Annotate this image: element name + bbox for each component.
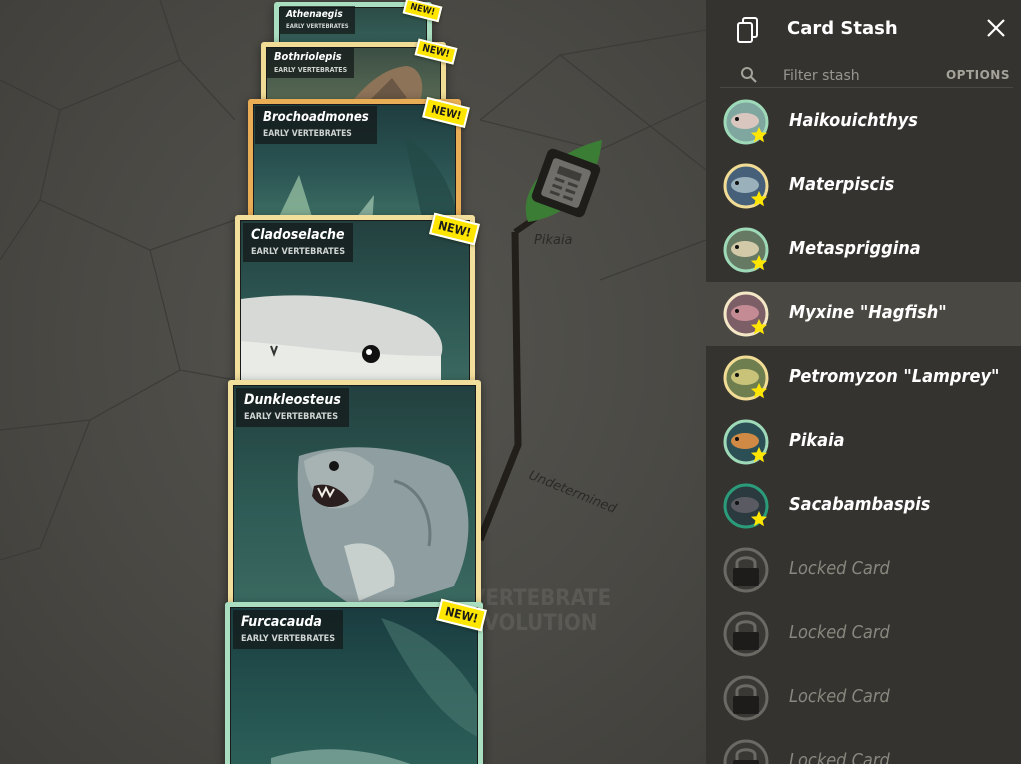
- stash-item[interactable]: Myxine "Hagfish": [706, 282, 1021, 346]
- stash-item[interactable]: Pikaia: [706, 410, 1021, 474]
- options-button[interactable]: OPTIONS: [946, 68, 1010, 82]
- stash-header: Card Stash: [706, 0, 1021, 60]
- card-category: EARLY VERTEBRATES: [241, 634, 336, 644]
- star-icon: [750, 254, 768, 271]
- card-stack-icon: [737, 17, 758, 43]
- stash-list: Haikouichthys Materpiscis Metaspriggina Myx…: [706, 90, 1021, 764]
- stash-item-label: Metaspriggina: [789, 238, 921, 259]
- stash-item-label: Locked Card: [789, 750, 890, 764]
- card-name-plate: Brochoadmones EARLY VERTEBRATES: [255, 106, 377, 144]
- stash-item-label: Materpiscis: [789, 174, 895, 195]
- lock-icon: [723, 547, 769, 593]
- card-name-plate: Furcacauda EARLY VERTEBRATES: [233, 610, 344, 649]
- stash-item[interactable]: Metaspriggina: [706, 218, 1021, 282]
- card-category: EARLY VERTEBRATES: [244, 412, 339, 422]
- stash-item-locked[interactable]: Locked Card: [706, 602, 1021, 666]
- star-icon: [750, 510, 768, 527]
- close-icon[interactable]: [985, 17, 1007, 39]
- lock-icon: [723, 611, 769, 657]
- stash-item-locked[interactable]: Locked Card: [706, 730, 1021, 764]
- star-icon: [750, 446, 768, 463]
- star-icon: [750, 382, 768, 399]
- star-icon: [750, 318, 768, 335]
- card-category: EARLY VERTEBRATES: [274, 66, 348, 74]
- lock-icon: [723, 739, 769, 764]
- card-name-plate: Bothriolepis EARLY VERTEBRATES: [267, 47, 355, 78]
- card-stash-panel: Card Stash OPTIONS Haikouichthys Materpis…: [706, 0, 1021, 764]
- stash-item-label: Pikaia: [789, 430, 845, 451]
- stash-item-locked[interactable]: Locked Card: [706, 666, 1021, 730]
- board-watermark: VERTEBRATE EVOLUTION: [470, 586, 612, 636]
- stash-item-label: Sacabambaspis: [789, 494, 931, 515]
- card-name: Cladoselache: [251, 227, 345, 243]
- stash-item-label: Locked Card: [789, 686, 890, 707]
- card-category: EARLY VERTEBRATES: [263, 129, 352, 139]
- stash-item-label: Myxine "Hagfish": [789, 302, 947, 323]
- filter-stash-input[interactable]: [783, 65, 943, 87]
- filter-row: OPTIONS: [706, 60, 1021, 90]
- stash-item[interactable]: Petromyzon "Lamprey": [706, 346, 1021, 410]
- card-name-plate: Cladoselache EARLY VERTEBRATES: [243, 223, 354, 262]
- stash-title: Card Stash: [787, 18, 898, 39]
- card-name: Dunkleosteus: [244, 392, 341, 408]
- card-name: Bothriolepis: [274, 50, 342, 63]
- node-label-pikaia: Pikaia: [534, 233, 573, 248]
- card-name-plate: Dunkleosteus EARLY VERTEBRATES: [236, 388, 349, 427]
- stash-item-label: Locked Card: [789, 622, 890, 643]
- stash-item[interactable]: Sacabambaspis: [706, 474, 1021, 538]
- stash-item-label: Petromyzon "Lamprey": [789, 366, 1000, 387]
- filter-divider: [720, 87, 1013, 88]
- card-name: Brochoadmones: [263, 110, 369, 125]
- card-furcacauda[interactable]: Furcacauda EARLY VERTEBRATES: [225, 602, 483, 764]
- stash-item[interactable]: Haikouichthys: [706, 90, 1021, 154]
- card-cladoselache[interactable]: Cladoselache EARLY VERTEBRATES: [235, 215, 475, 385]
- stash-item-label: Haikouichthys: [789, 110, 918, 131]
- card-category: EARLY VERTEBRATES: [251, 247, 346, 257]
- card-name: Athenaegis: [286, 9, 343, 20]
- card-category: EARLY VERTEBRATES: [286, 23, 349, 30]
- stash-item-locked[interactable]: Locked Card: [706, 538, 1021, 602]
- lock-icon: [723, 675, 769, 721]
- evolution-board[interactable]: Pikaia Undetermined VERTEBRATE EVOLUTION…: [0, 0, 706, 764]
- stash-item[interactable]: Materpiscis: [706, 154, 1021, 218]
- star-icon: [750, 190, 768, 207]
- stash-item-label: Locked Card: [789, 558, 890, 579]
- card-dunkleosteus[interactable]: Dunkleosteus EARLY VERTEBRATES: [228, 380, 481, 608]
- search-icon: [741, 67, 757, 83]
- card-name-plate: Athenaegis EARLY VERTEBRATES: [280, 6, 355, 34]
- star-icon: [750, 126, 768, 143]
- card-name: Furcacauda: [241, 614, 322, 630]
